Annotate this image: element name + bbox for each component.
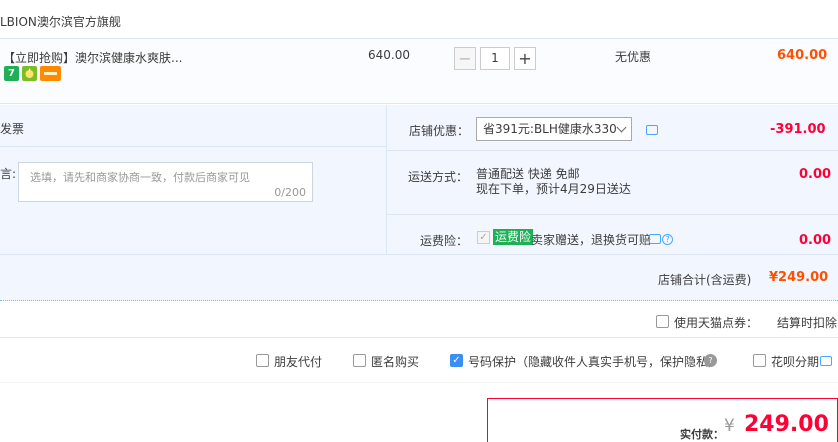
anonymous-purchase-checkbox[interactable] <box>353 354 366 367</box>
message-input[interactable]: 选填，请先和商家协商一致，付款后商家可见 0/200 <box>18 162 313 202</box>
shop-name[interactable]: LBION澳尔滨官方旗舰 <box>0 13 121 30</box>
item-discount: 无优惠 <box>615 50 652 64</box>
points-row: 使用天猫点券： 结算时扣除 <box>0 302 838 338</box>
invoice-label: 发票 <box>0 122 25 136</box>
item-badges: 7 <box>4 66 61 82</box>
shipping-method: 普通配送 快递 免邮 <box>476 167 580 181</box>
order-item-row: 【立即抢购】澳尔滨健康水爽肤... 7 640.00 无优惠 640.00 <box>0 38 838 104</box>
number-protection-label: 号码保护（隐藏收件人真实手机号，保护隐私） <box>468 355 721 369</box>
item-total: 640.00 <box>777 48 828 63</box>
payment-amount: 249.00 <box>744 412 829 437</box>
coupon-select[interactable]: 省391元:BLH健康水330 <box>476 117 632 141</box>
points-checkbox[interactable] <box>656 315 669 328</box>
chevron-down-icon <box>616 122 627 133</box>
shipping-info: 普通配送 快递 免邮 现在下单，预计4月29日送达 <box>476 167 631 197</box>
insurance-tag: 运费险 <box>493 229 534 245</box>
coupon-selected-value: 省391元:BLH健康水330 <box>483 122 617 136</box>
insurance-amount: 0.00 <box>799 233 832 248</box>
points-note: 结算时扣除 <box>777 316 838 330</box>
huabei-installment-label: 花呗分期 <box>771 355 820 369</box>
payment-label: 实付款： <box>680 428 724 441</box>
chat-icon[interactable] <box>649 234 661 244</box>
shop-total-label: 店铺合计(含运费) <box>658 273 752 287</box>
quantity-input[interactable]: 1 <box>480 47 510 70</box>
unit-price: 640.00 <box>368 48 410 62</box>
card-icon <box>40 66 61 81</box>
insurance-label: 运费险： <box>420 234 469 248</box>
shop-total-amount: ¥249.00 <box>769 270 829 285</box>
quantity-decrease-button[interactable]: − <box>454 47 476 70</box>
friend-pay-checkbox[interactable] <box>256 354 269 367</box>
insurance-checkbox[interactable]: ✓ <box>477 231 490 244</box>
seven-day-return-icon: 7 <box>4 66 19 81</box>
divider <box>0 254 838 255</box>
item-title[interactable]: 【立即抢购】澳尔滨健康水爽肤... <box>3 49 182 66</box>
friend-pay-label: 朋友代付 <box>274 355 323 369</box>
fruit-icon <box>22 66 37 81</box>
shop-header: LBION澳尔滨官方旗舰 <box>0 0 838 38</box>
insurance-text: 卖家赠送，退换货可赔 <box>531 233 652 247</box>
divider <box>0 146 386 147</box>
order-options-panel: 发票 言: 选填，请先和商家协商一致，付款后商家可见 0/200 店铺优惠： 省… <box>0 105 838 301</box>
message-label: 言: <box>0 167 17 181</box>
divider <box>387 214 838 215</box>
shipping-amount: 0.00 <box>799 167 832 182</box>
column-divider <box>386 105 387 255</box>
chat-icon[interactable] <box>820 356 832 366</box>
number-protection-checkbox[interactable]: ✓ <box>450 354 463 367</box>
anonymous-purchase-label: 匿名购买 <box>371 355 420 369</box>
shipping-label: 运送方式： <box>408 170 469 184</box>
payment-summary: 实付款： ¥ 249.00 <box>487 398 838 442</box>
help-icon[interactable]: ? <box>704 354 717 367</box>
points-label: 使用天猫点券： <box>674 316 759 330</box>
services-row: 朋友代付 匿名购买 ✓ 号码保护（隐藏收件人真实手机号，保护隐私） ? 花呗分期 <box>0 339 838 383</box>
quantity-increase-button[interactable]: + <box>514 47 536 70</box>
coupon-label: 店铺优惠： <box>409 124 470 138</box>
divider <box>387 150 838 151</box>
shipping-eta: 现在下单，预计4月29日送达 <box>476 182 631 196</box>
message-char-count: 0/200 <box>274 186 306 199</box>
message-placeholder: 选填，请先和商家协商一致，付款后商家可见 <box>30 171 250 184</box>
help-icon[interactable]: ? <box>662 234 673 245</box>
currency-symbol: ¥ <box>724 416 735 436</box>
chat-icon[interactable] <box>646 125 658 135</box>
huabei-installment-checkbox[interactable] <box>753 354 766 367</box>
coupon-amount: -391.00 <box>770 122 826 137</box>
